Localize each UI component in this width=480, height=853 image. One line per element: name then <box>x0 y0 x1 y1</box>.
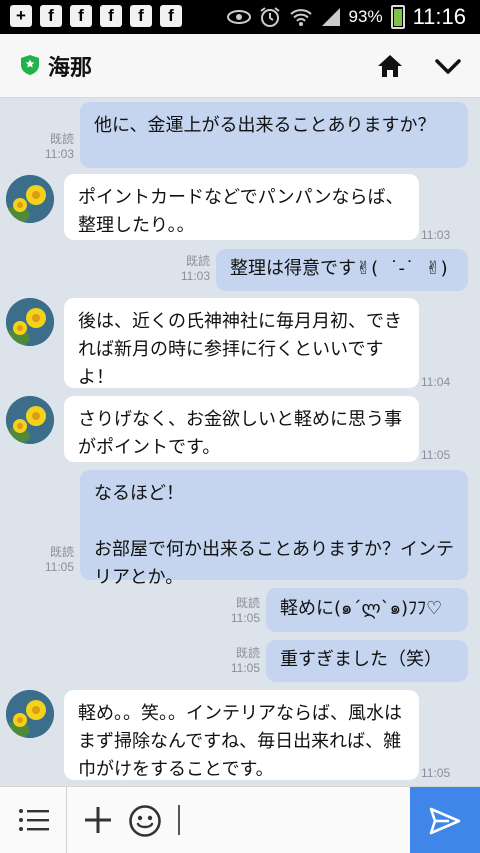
facebook-icon: f <box>70 5 92 27</box>
chat-header: 海那 <box>0 34 480 98</box>
message-time: 11:05 <box>44 560 74 574</box>
message-time: 11:03 <box>44 147 74 161</box>
chat-title: 海那 <box>48 56 93 81</box>
chevron-down-icon[interactable] <box>432 50 464 82</box>
smiley-icon[interactable] <box>128 804 162 838</box>
message-time: 11:05 <box>421 448 451 462</box>
daffodil-avatar-image <box>6 175 54 223</box>
avatar[interactable] <box>6 690 54 738</box>
shield-star-icon <box>21 55 39 75</box>
battery-percent: 93% <box>348 7 383 26</box>
outgoing-message[interactable]: 整理は得意です✌( ˙-˙ ✌) <box>216 249 468 291</box>
outgoing-message[interactable]: なるほど！ お部屋で何か出来ることありますか？インテリアとか。 <box>80 470 468 588</box>
notification-icons: + f f f f f <box>10 5 182 27</box>
incoming-message[interactable]: さりげなく、お金欲しいと軽めに思う事がポイントです。 <box>64 396 419 462</box>
clock: 11:16 <box>412 4 466 29</box>
message-meta: 既読 11:05 <box>214 596 260 626</box>
incoming-message[interactable]: ポイントカードなどでパンパンならば、整理したり。。 <box>64 174 419 240</box>
facebook-icon: f <box>160 5 182 27</box>
home-icon[interactable] <box>374 50 406 82</box>
facebook-icon: f <box>100 5 122 27</box>
read-receipt: 既読 <box>49 132 74 146</box>
message-time: 11:05 <box>421 766 451 780</box>
facebook-icon: f <box>40 5 62 27</box>
notification-plus-icon: + <box>10 5 32 27</box>
send-button[interactable] <box>410 787 480 853</box>
facebook-icon: f <box>130 5 152 27</box>
message-time: 11:04 <box>421 375 451 389</box>
read-receipt: 既読 <box>235 596 260 610</box>
incoming-message[interactable]: 後は、近くの氏神神社に毎月月初、できれば新月の時に参拝に行くといいですよ！ <box>64 298 419 388</box>
message-list[interactable]: 既読 11:03 他に、金運上がる出来ることありますか？ ポイントカードなどでパ… <box>0 98 480 786</box>
status-bar: + f f f f f 93% 11:16 <box>0 0 480 34</box>
message-time: 11:03 <box>180 269 210 283</box>
avatar[interactable] <box>6 175 54 223</box>
message-time: 11:05 <box>230 661 260 675</box>
signal-icon <box>321 8 340 26</box>
message-meta: 既読 11:03 <box>28 132 74 162</box>
text-input-caret[interactable] <box>178 805 180 835</box>
outgoing-message[interactable]: 重すぎました（笑） <box>266 640 468 682</box>
read-receipt: 既読 <box>49 545 74 559</box>
divider <box>66 787 67 853</box>
daffodil-avatar-image <box>6 396 54 444</box>
avatar[interactable] <box>6 396 54 444</box>
avatar[interactable] <box>6 298 54 346</box>
menu-list-icon[interactable] <box>18 805 50 835</box>
read-receipt: 既読 <box>185 254 210 268</box>
daffodil-avatar-image <box>6 690 54 738</box>
wifi-icon <box>289 9 312 26</box>
daffodil-avatar-image <box>6 298 54 346</box>
read-receipt: 既読 <box>235 646 260 660</box>
message-time: 11:05 <box>230 611 260 625</box>
message-meta: 既読 11:03 <box>164 254 210 284</box>
outgoing-message[interactable]: 軽めに(๑´ლ`๑)ﾌﾌ♡ <box>266 588 468 632</box>
plus-icon[interactable] <box>82 804 114 836</box>
message-input-bar <box>0 786 480 853</box>
eye-icon <box>226 10 251 24</box>
message-meta: 既読 11:05 <box>214 646 260 676</box>
incoming-message[interactable]: 軽め。。笑。。インテリアならば、風水はまず掃除なんですね、毎日出来れば、雑巾がけ… <box>64 690 419 780</box>
alarm-icon <box>259 7 280 27</box>
outgoing-message[interactable]: 他に、金運上がる出来ることありますか？ <box>80 102 468 168</box>
message-time: 11:03 <box>421 228 451 242</box>
battery-icon <box>390 5 405 29</box>
send-icon <box>429 807 461 834</box>
message-meta: 既読 11:05 <box>28 545 74 575</box>
